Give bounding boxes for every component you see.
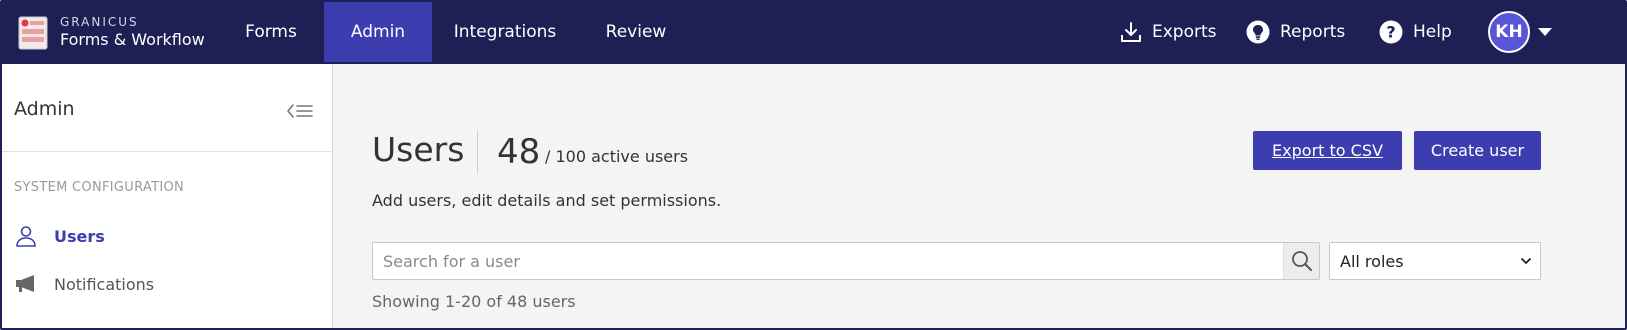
- chevron-down-icon: [1521, 258, 1531, 264]
- forms-logo-icon: [18, 16, 48, 50]
- exports-label: Exports: [1152, 22, 1217, 42]
- download-icon: [1121, 22, 1141, 42]
- exports-link[interactable]: Exports: [1120, 2, 1217, 62]
- svg-text:?: ?: [1386, 23, 1395, 42]
- main-content: Users 48 / 100 active users Add users, e…: [334, 64, 1625, 328]
- megaphone-icon: [14, 272, 38, 296]
- title-divider: [477, 130, 478, 174]
- sidebar-title: Admin: [14, 98, 75, 120]
- avatar: KH: [1488, 11, 1530, 53]
- nav-tab-forms[interactable]: Forms: [230, 2, 312, 62]
- sidebar-item-label: Users: [54, 226, 105, 246]
- page-title: Users: [372, 130, 465, 169]
- caret-down-icon: [1538, 28, 1552, 36]
- create-user-button[interactable]: Create user: [1414, 131, 1541, 170]
- nav-tab-review[interactable]: Review: [588, 2, 684, 62]
- search-icon: [1291, 251, 1312, 271]
- reports-link[interactable]: Reports: [1246, 2, 1345, 62]
- top-navigation: GRANICUS Forms & Workflow Forms Admin In…: [2, 2, 1625, 64]
- brand[interactable]: GRANICUS Forms & Workflow: [18, 12, 205, 54]
- reports-label: Reports: [1280, 22, 1346, 42]
- search-box: [372, 242, 1320, 280]
- sidebar-header: Admin: [2, 64, 332, 152]
- sidebar: Admin SYSTEM CONFIGURATION Users Notific…: [2, 64, 333, 328]
- brand-product: Forms & Workflow: [60, 30, 205, 49]
- brand-company: GRANICUS: [60, 15, 139, 29]
- help-label: Help: [1413, 22, 1452, 42]
- lightbulb-icon: [1246, 20, 1270, 44]
- section-label: SYSTEM CONFIGURATION: [14, 180, 185, 195]
- help-icon: ?: [1379, 20, 1403, 44]
- sidebar-item-notifications[interactable]: Notifications: [14, 270, 154, 298]
- search-input[interactable]: [373, 243, 1281, 279]
- collapse-sidebar-icon[interactable]: [286, 102, 314, 120]
- sidebar-item-label: Notifications: [54, 274, 155, 294]
- role-filter-select[interactable]: All roles: [1329, 242, 1541, 280]
- search-button[interactable]: [1283, 243, 1319, 279]
- nav-tab-admin[interactable]: Admin: [324, 2, 432, 62]
- page-description: Add users, edit details and set permissi…: [372, 191, 722, 210]
- help-link[interactable]: ? Help: [1379, 2, 1452, 62]
- user-menu[interactable]: KH: [1488, 10, 1552, 54]
- user-count: 48: [497, 132, 541, 172]
- nav-tab-integrations[interactable]: Integrations: [442, 2, 568, 62]
- role-filter-value: All roles: [1340, 251, 1404, 271]
- pagination-summary: Showing 1-20 of 48 users: [372, 292, 576, 311]
- user-icon: [14, 224, 38, 248]
- user-count-limit: / 100 active users: [545, 147, 689, 166]
- sidebar-item-users[interactable]: Users: [14, 222, 105, 250]
- export-csv-button[interactable]: Export to CSV: [1253, 131, 1402, 170]
- app-window: GRANICUS Forms & Workflow Forms Admin In…: [0, 0, 1627, 330]
